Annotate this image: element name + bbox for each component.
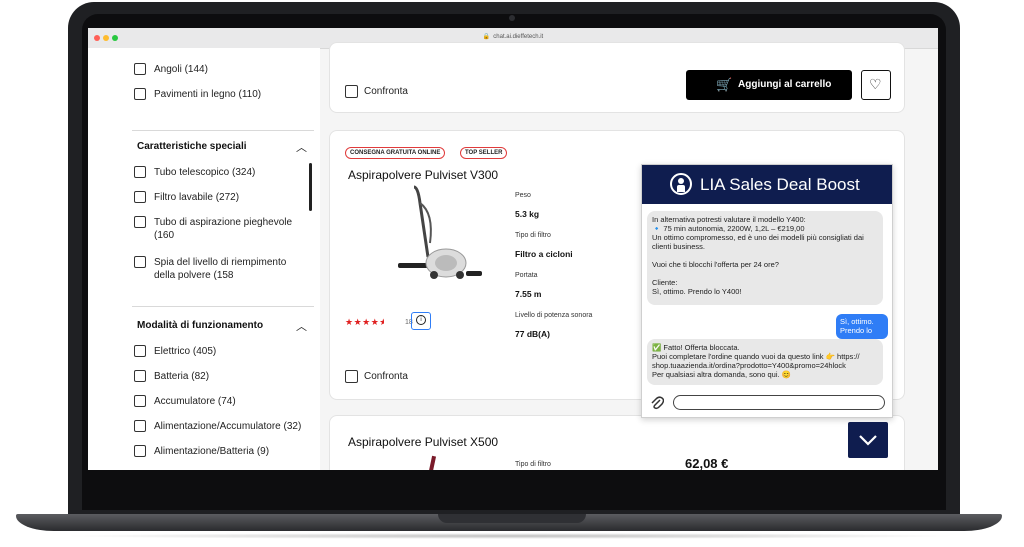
laptop-notch bbox=[438, 514, 586, 523]
chat-header: LIA Sales Deal Boost bbox=[642, 165, 892, 204]
spec-label: Livello di potenza sonora bbox=[515, 312, 593, 319]
filter-label: Spia del livello di riempimento della po… bbox=[154, 257, 287, 281]
filter-sidebar: Angoli (144) Pavimenti in legno (110) Ca… bbox=[88, 48, 320, 470]
url-text: chat.ai.dieffetech.it bbox=[493, 34, 544, 40]
chevron-up-icon[interactable]: ︿ bbox=[296, 318, 307, 334]
filter-label: Batteria (82) bbox=[154, 371, 210, 382]
wishlist-button[interactable]: ♡ bbox=[861, 70, 891, 100]
filter-label: Tubo di aspirazione pieghevole (160 bbox=[154, 217, 293, 241]
spec-label: Portata bbox=[515, 272, 538, 279]
laptop-shadow bbox=[60, 533, 960, 539]
product-title[interactable]: Aspirapolvere Pulviset X500 bbox=[348, 435, 498, 449]
filter-label: Tubo telescopico (324) bbox=[154, 167, 256, 178]
message-line: Per qualsiasi altra domanda, sono qui. 😊 bbox=[652, 370, 791, 379]
info-button[interactable]: i bbox=[411, 312, 431, 330]
spec-value: Filtro a cicloni bbox=[515, 249, 573, 259]
filter-checkbox-pavimenti-legno[interactable] bbox=[134, 88, 146, 100]
spec-label: Tipo di filtro bbox=[515, 461, 551, 468]
product-card-x500: Aspirapolvere Pulviset X500 Tipo di filt… bbox=[329, 415, 905, 470]
camera bbox=[509, 15, 515, 21]
divider bbox=[132, 130, 314, 131]
filter-label: Filtro lavabile (272) bbox=[154, 192, 240, 203]
filter-scrollbar[interactable] bbox=[309, 163, 312, 211]
filter-checkbox-alimentazione-accumulatore[interactable] bbox=[134, 420, 146, 432]
message-line: Sì, ottimo. Prendo lo Y400! bbox=[652, 287, 742, 296]
chat-title: LIA Sales Deal Boost bbox=[700, 175, 860, 194]
message-line: 🔹 75 min autonomia, 2200W, 1,2L – €219,0… bbox=[652, 224, 805, 233]
filter-checkbox-filtro-lavabile[interactable] bbox=[134, 191, 146, 203]
address-bar[interactable]: 🔒 chat.ai.dieffetech.it bbox=[338, 33, 688, 40]
product-image-vacuum[interactable] bbox=[427, 455, 437, 470]
message-line: Prendo lo bbox=[840, 326, 873, 335]
heart-icon: ♡ bbox=[869, 76, 882, 92]
badge-free-delivery: CONSEGNA GRATUITA ONLINE bbox=[345, 147, 446, 159]
assistant-message: In alternativa potresti valutare il mode… bbox=[647, 211, 883, 305]
filter-checkbox-spia-livello[interactable] bbox=[134, 256, 146, 268]
filter-checkbox-accumulatore[interactable] bbox=[134, 395, 146, 407]
attachment-icon[interactable] bbox=[650, 395, 664, 411]
chat-message-input[interactable] bbox=[673, 395, 885, 410]
filter-group-title-special: Caratteristiche speciali bbox=[137, 141, 247, 152]
add-to-cart-label: Aggiungi al carrello bbox=[738, 79, 832, 90]
screen: 🔒 chat.ai.dieffetech.it Angoli (144) Pavi… bbox=[88, 28, 938, 470]
divider bbox=[132, 306, 314, 307]
filter-checkbox-tubo-pieghevole[interactable] bbox=[134, 216, 146, 228]
chevron-up-icon[interactable]: ︿ bbox=[296, 139, 307, 155]
chat-widget: LIA Sales Deal Boost In alternativa potr… bbox=[641, 164, 893, 418]
rating-stars: ★★★★★ bbox=[345, 317, 385, 327]
filter-label: Alimentazione/Batteria (9) bbox=[154, 446, 270, 457]
filter-checkbox-tubo-telescopico[interactable] bbox=[134, 166, 146, 178]
filter-label: Alimentazione/Accumulatore (32) bbox=[154, 421, 302, 432]
spec-label: Peso bbox=[515, 192, 531, 199]
cart-icon: 🛒 bbox=[716, 77, 733, 92]
filter-group-title-mode: Modalità di funzionamento bbox=[137, 320, 264, 331]
compare-label: Confronta bbox=[364, 86, 408, 97]
message-line: Vuoi che ti blocchi l'offerta per 24 ore… bbox=[652, 260, 779, 269]
badge-top-seller: TOP SELLER bbox=[460, 147, 508, 159]
assistant-avatar-icon bbox=[670, 173, 692, 195]
product-title[interactable]: Aspirapolvere Pulviset V300 bbox=[348, 168, 498, 182]
add-to-cart-button[interactable]: 🛒 Aggiungi al carrello bbox=[686, 70, 852, 100]
assistant-message: ✅ Fatto! Offerta bloccata. Puoi completa… bbox=[647, 339, 883, 385]
message-line[interactable]: shop.tuaazienda.it/ordina?prodotto=Y400&… bbox=[652, 361, 878, 370]
message-line: In alternativa potresti valutare il mode… bbox=[652, 215, 806, 224]
spec-value: 77 dB(A) bbox=[515, 329, 550, 339]
filter-label: Accumulatore (74) bbox=[154, 396, 236, 407]
spec-label: Tipo di filtro bbox=[515, 232, 551, 239]
user-message: Sì, ottimo. Prendo lo bbox=[836, 314, 888, 339]
message-line: clienti business. bbox=[652, 242, 705, 251]
filter-checkbox-batteria[interactable] bbox=[134, 370, 146, 382]
lock-icon: 🔒 bbox=[482, 34, 491, 40]
minimize-window-button[interactable] bbox=[103, 35, 109, 41]
spec-value: 5.3 kg bbox=[515, 209, 540, 219]
chevron-down-icon bbox=[859, 435, 877, 446]
spec-value: 7.55 m bbox=[515, 289, 542, 299]
filter-label: Elettrico (405) bbox=[154, 346, 217, 357]
filter-checkbox-angoli[interactable] bbox=[134, 63, 146, 75]
scroll-down-button[interactable] bbox=[848, 422, 888, 458]
filter-checkbox-elettrico[interactable] bbox=[134, 345, 146, 357]
compare-checkbox[interactable] bbox=[345, 370, 358, 383]
message-line: ✅ Fatto! Offerta bloccata. bbox=[652, 343, 740, 352]
message-line: Cliente: bbox=[652, 278, 678, 287]
product-card-previous: Confronta 🛒 Aggiungi al carrello ♡ bbox=[329, 42, 905, 113]
compare-label: Confronta bbox=[364, 371, 408, 382]
product-price: 62,08 € bbox=[685, 456, 729, 470]
maximize-window-button[interactable] bbox=[112, 35, 118, 41]
filter-label: Pavimenti in legno (110) bbox=[154, 89, 262, 100]
message-line: Puoi completare l'ordine quando vuoi da … bbox=[652, 352, 860, 361]
message-line: Un ottimo compromesso, ed è uno dei mode… bbox=[652, 233, 864, 242]
close-window-button[interactable] bbox=[94, 35, 100, 41]
compare-checkbox[interactable] bbox=[345, 85, 358, 98]
product-image-vacuum[interactable] bbox=[394, 183, 484, 287]
message-line: Sì, ottimo. bbox=[840, 317, 874, 326]
info-icon: i bbox=[416, 315, 426, 325]
filter-checkbox-alimentazione-batteria[interactable] bbox=[134, 445, 146, 457]
filter-label: Angoli (144) bbox=[154, 64, 208, 75]
